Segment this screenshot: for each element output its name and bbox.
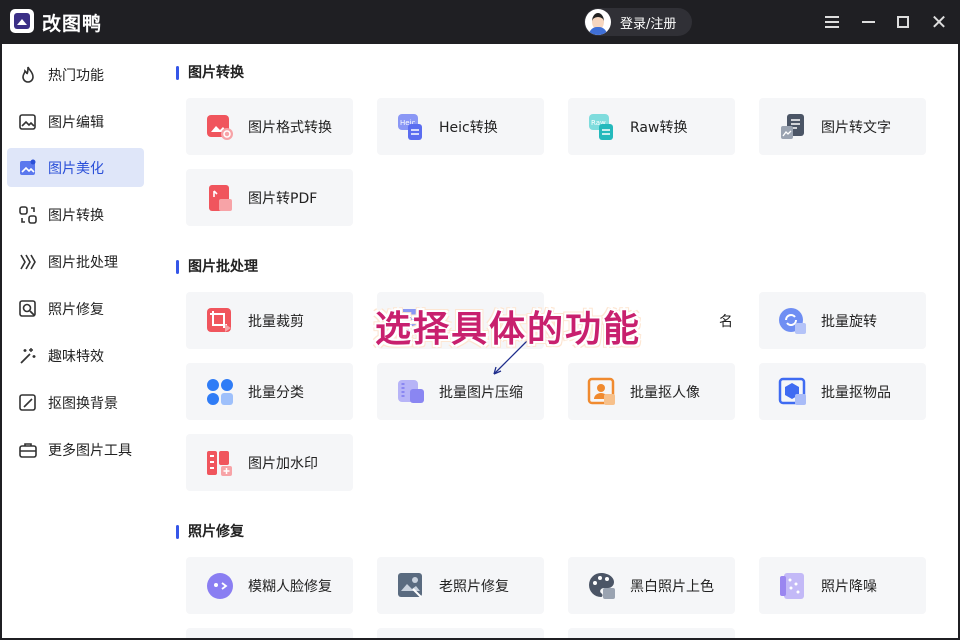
card-face-repair[interactable]: 模糊人脸修复 — [186, 557, 353, 614]
batch-crop-icon — [205, 306, 235, 336]
card-label: Raw转换 — [630, 119, 688, 136]
card-label: 黑白照片上色 — [630, 578, 714, 595]
sidebar-item-more-tools[interactable]: 更多图片工具 — [7, 430, 144, 469]
sidebar-item-photo-repair[interactable]: 照片修复 — [7, 289, 144, 328]
card-label: 批量裁剪 — [248, 313, 304, 330]
sidebar: 热门功能 图片编辑 图片美化 图片转换 图片批处理 照片修复 趣味特效 抠图换背… — [2, 44, 150, 638]
sidebar-item-cutout[interactable]: 抠图换背景 — [7, 383, 144, 422]
card-label: 图片转文字 — [821, 119, 891, 136]
card-label: 图片加水印 — [248, 455, 318, 472]
card-heic-convert[interactable]: Heic Heic转换 — [377, 98, 544, 155]
card-label: 批量图片压缩 — [439, 384, 523, 401]
card-label: 批量抠人像 — [630, 384, 700, 401]
toolbox-icon — [18, 440, 38, 460]
watermark-icon — [205, 448, 235, 478]
sidebar-item-label: 图片批处理 — [48, 254, 118, 271]
card-label: 照片降噪 — [821, 578, 877, 595]
card-label: 批量分类 — [248, 384, 304, 401]
app-logo-icon — [10, 9, 34, 33]
heic-icon: Heic — [396, 112, 426, 142]
card-partial[interactable] — [377, 628, 544, 638]
sidebar-item-label: 照片修复 — [48, 301, 104, 318]
magic-wand-icon — [18, 346, 38, 366]
card-batch-classify[interactable]: 批量分类 — [186, 363, 353, 420]
batch-compress-icon — [396, 377, 426, 407]
card-label: 图片格式转换 — [248, 119, 332, 136]
sidebar-item-batch[interactable]: 图片批处理 — [7, 242, 144, 281]
avatar[interactable] — [585, 9, 611, 35]
face-repair-icon — [205, 571, 235, 601]
minimize-icon[interactable] — [858, 12, 878, 32]
pdf-icon — [205, 183, 235, 213]
batch-rotate-icon — [778, 306, 808, 336]
card-image-format-convert[interactable]: 图片格式转换 — [186, 98, 353, 155]
sidebar-item-image-convert[interactable]: 图片转换 — [7, 195, 144, 234]
raw-icon: Raw — [587, 112, 617, 142]
sidebar-item-label: 图片转换 — [48, 207, 104, 224]
card-label: 名 — [719, 313, 733, 330]
card-image-to-pdf[interactable]: 图片转PDF — [186, 169, 353, 226]
title-bar: 改图鸭 登录/注册 ✕ — [0, 0, 960, 44]
denoise-icon — [778, 571, 808, 601]
card-image-to-text[interactable]: 图片转文字 — [759, 98, 926, 155]
image-edit-icon — [18, 112, 38, 132]
maximize-icon[interactable] — [893, 12, 913, 32]
sidebar-item-image-beautify[interactable]: 图片美化 — [7, 148, 144, 187]
format-convert-icon — [205, 112, 235, 142]
card-label: Heic转换 — [439, 119, 498, 136]
card-old-photo-repair[interactable]: 老照片修复 — [377, 557, 544, 614]
card-colorize[interactable]: 黑白照片上色 — [568, 557, 735, 614]
image-convert-icon — [18, 205, 38, 225]
card-batch-object[interactable]: 批量抠物品 — [759, 363, 926, 420]
image-to-text-icon — [778, 112, 808, 142]
sidebar-item-fun-effects[interactable]: 趣味特效 — [7, 336, 144, 375]
card-watermark[interactable]: 图片加水印 — [186, 434, 353, 491]
close-icon[interactable]: ✕ — [929, 12, 949, 32]
sidebar-item-label: 更多图片工具 — [48, 442, 132, 459]
sidebar-item-label: 热门功能 — [48, 67, 104, 84]
card-batch-crop[interactable]: 批量裁剪 — [186, 292, 353, 349]
sidebar-item-label: 图片美化 — [48, 160, 104, 177]
login-label[interactable]: 登录/注册 — [620, 13, 676, 32]
section-title: 照片修复 — [176, 524, 244, 540]
colorize-icon — [587, 571, 617, 601]
image-beautify-icon — [18, 158, 38, 178]
card-denoise[interactable]: 照片降噪 — [759, 557, 926, 614]
login-button[interactable]: 登录/注册 — [584, 8, 692, 36]
sidebar-item-image-edit[interactable]: 图片编辑 — [7, 102, 144, 141]
sidebar-item-label: 趣味特效 — [48, 348, 104, 365]
card-raw-convert[interactable]: Raw Raw转换 — [568, 98, 735, 155]
batch-object-icon — [778, 377, 808, 407]
card-label: 老照片修复 — [439, 578, 509, 595]
card-label: 模糊人脸修复 — [248, 578, 332, 595]
section-title: 图片批处理 — [176, 259, 258, 275]
batch-portrait-icon — [587, 377, 617, 407]
card-label: 批量旋转 — [821, 313, 877, 330]
batch-icon — [18, 252, 38, 272]
menu-icon[interactable] — [822, 12, 842, 32]
card-label: 图片转PDF — [248, 190, 318, 207]
card-partial[interactable] — [568, 628, 735, 638]
card-batch-portrait[interactable]: 批量抠人像 — [568, 363, 735, 420]
annotation-caption: 选择具体的功能 — [375, 309, 642, 350]
flame-icon — [18, 65, 38, 85]
sidebar-item-label: 图片编辑 — [48, 114, 104, 131]
photo-repair-icon — [18, 299, 38, 319]
sidebar-item-label: 抠图换背景 — [48, 395, 118, 412]
sidebar-item-hot[interactable]: 热门功能 — [7, 55, 144, 94]
cutout-icon — [18, 393, 38, 413]
old-photo-icon — [396, 571, 426, 601]
batch-classify-icon — [205, 377, 235, 407]
card-partial[interactable] — [186, 628, 353, 638]
section-title: 图片转换 — [176, 65, 244, 81]
card-batch-rotate[interactable]: 批量旋转 — [759, 292, 926, 349]
card-label: 批量抠物品 — [821, 384, 891, 401]
app-title: 改图鸭 — [42, 13, 103, 35]
